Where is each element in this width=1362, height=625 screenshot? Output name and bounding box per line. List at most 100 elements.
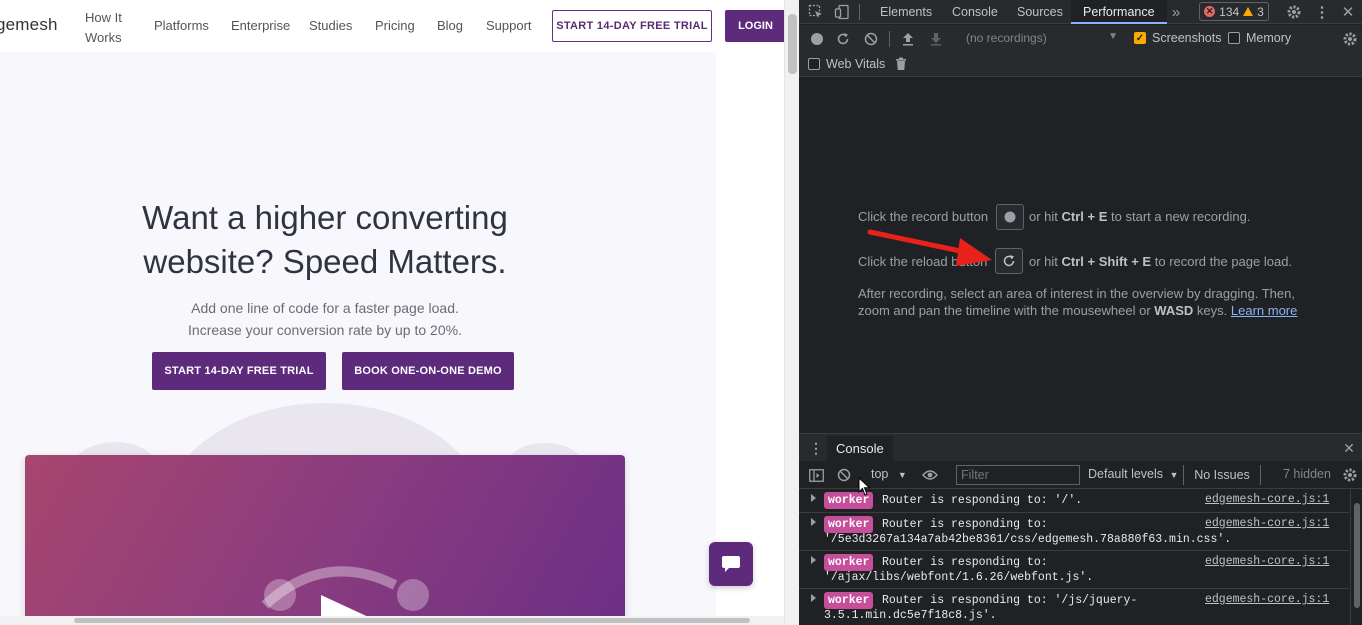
tab-sources[interactable]: Sources	[1017, 0, 1063, 24]
memory-checkbox[interactable]: Memory	[1228, 31, 1291, 45]
scroll-thumb[interactable]	[74, 618, 750, 623]
record-icon[interactable]	[809, 31, 825, 47]
nav-blog[interactable]: Blog	[437, 18, 463, 33]
inspect-element-icon[interactable]	[807, 3, 825, 21]
nav-how-it-works[interactable]: How It Works	[85, 8, 135, 48]
log-message: Router is responding to: '/'.	[882, 494, 1083, 507]
instruction-text: or hit	[1029, 209, 1058, 224]
tab-performance[interactable]: Performance	[1071, 0, 1167, 24]
expand-triangle-icon[interactable]	[811, 556, 816, 564]
checkmark-icon: ✓	[1134, 32, 1146, 44]
live-expression-eye-icon[interactable]	[921, 466, 939, 484]
close-devtools-icon[interactable]: ✕	[1339, 3, 1357, 21]
log-levels-value: Default levels	[1088, 467, 1164, 481]
log-entry[interactable]: worker Router is responding to: '/ajax/l…	[799, 551, 1349, 589]
expand-triangle-icon[interactable]	[811, 518, 816, 526]
drawer-tabbar: ⋮ Console ✕	[799, 433, 1362, 462]
help-text: keys.	[1196, 303, 1228, 318]
kebab-menu-icon[interactable]: ⋮	[1313, 3, 1331, 21]
context-select[interactable]: top ▼	[871, 467, 907, 481]
log-entry[interactable]: worker Router is responding to: '/5e3d32…	[799, 513, 1349, 551]
hero-demo-button[interactable]: BOOK ONE-ON-ONE DEMO	[342, 352, 514, 390]
nav-support[interactable]: Support	[486, 18, 532, 33]
log-entry[interactable]: worker Router is responding to: '/'. edg…	[799, 489, 1349, 513]
console-filter-input[interactable]	[956, 465, 1080, 485]
chat-icon	[722, 556, 740, 572]
console-toolbar: top ▼ Default levels ▼ No Issues 7 hidde…	[799, 461, 1362, 489]
log-source-link[interactable]: edgemesh-core.js:1	[1205, 493, 1329, 506]
dropdown-arrow-icon: ▼	[1169, 470, 1179, 480]
web-vitals-checkbox[interactable]: Web Vitals	[808, 57, 885, 71]
device-toolbar-icon[interactable]	[833, 3, 851, 21]
video-thumbnail[interactable]	[25, 455, 625, 625]
site-navbar: gemesh How It Works Platforms Enterprise…	[0, 0, 784, 52]
log-levels-select[interactable]: Default levels ▼	[1088, 467, 1178, 481]
close-drawer-icon[interactable]: ✕	[1341, 439, 1357, 457]
settings-gear-icon[interactable]	[1285, 3, 1303, 21]
hero-trial-button[interactable]: START 14-DAY FREE TRIAL	[152, 352, 326, 390]
checkbox-box	[808, 58, 820, 70]
instruction-text: to start a new recording.	[1111, 209, 1251, 224]
vertical-scrollbar[interactable]	[784, 0, 799, 625]
chat-widget-button[interactable]	[709, 542, 753, 586]
shortcut-keys: WASD	[1154, 303, 1194, 318]
nav-pricing[interactable]: Pricing	[375, 18, 415, 33]
log-source-link[interactable]: edgemesh-core.js:1	[1205, 593, 1329, 606]
annotation-arrow	[867, 229, 992, 266]
tab-console[interactable]: Console	[952, 0, 998, 24]
performance-toolbar: (no recordings) ▼ ✓ Screenshots Memory W…	[799, 25, 1362, 77]
horizontal-scrollbar[interactable]	[0, 616, 784, 625]
screenshots-checkbox[interactable]: ✓ Screenshots	[1134, 31, 1221, 45]
expand-triangle-icon[interactable]	[811, 494, 816, 502]
console-scrollbar[interactable]	[1350, 489, 1362, 625]
recordings-select-value: (no recordings)	[966, 31, 1047, 45]
hero-title-line: Want a higher converting	[142, 199, 508, 236]
nav-platforms[interactable]: Platforms	[154, 18, 209, 33]
learn-more-link[interactable]: Learn more	[1231, 303, 1297, 318]
mouse-cursor-icon	[858, 477, 871, 496]
upload-icon[interactable]	[900, 31, 916, 47]
drawer-menu-icon[interactable]: ⋮	[809, 439, 823, 457]
hidden-messages-count: 7 hidden	[1283, 467, 1331, 481]
help-line: zoom and pan the timeline with the mouse…	[858, 302, 1297, 319]
shortcut-keys: Ctrl + E	[1061, 209, 1108, 224]
drawer-tab-console[interactable]: Console	[827, 436, 893, 462]
reload-record-icon[interactable]	[835, 31, 851, 47]
worker-badge: worker	[824, 516, 874, 533]
landing-record-button[interactable]	[996, 204, 1024, 230]
console-settings-gear-icon[interactable]	[1341, 466, 1359, 484]
dropdown-arrow-icon: ▼	[897, 470, 907, 480]
toolbar-divider	[889, 31, 890, 47]
recordings-select[interactable]: (no recordings) ▼	[966, 31, 1118, 47]
site-logo[interactable]: gemesh	[0, 15, 58, 35]
instruction-text: to record the page load.	[1154, 254, 1293, 269]
nav-studies[interactable]: Studies	[309, 18, 352, 33]
hero-subtitle-line: Increase your conversion rate by up to 2…	[188, 322, 462, 338]
hero-title-line: website? Speed Matters.	[143, 243, 507, 280]
warning-icon	[1243, 7, 1254, 16]
nav-trial-button[interactable]: START 14-DAY FREE TRIAL	[552, 10, 712, 42]
issues-button[interactable]: No Issues	[1183, 465, 1261, 485]
log-message-continued: '/5e3d3267a134a7ab42be8361/css/edgemesh.…	[824, 533, 1232, 546]
login-button[interactable]: LOGIN	[725, 10, 784, 42]
download-icon[interactable]	[928, 31, 944, 47]
nav-enterprise[interactable]: Enterprise	[231, 18, 290, 33]
issues-badge[interactable]: ✕ 134 3	[1199, 2, 1269, 21]
clear-console-icon[interactable]	[835, 466, 853, 484]
tab-elements[interactable]: Elements	[880, 0, 932, 24]
log-source-link[interactable]: edgemesh-core.js:1	[1205, 555, 1329, 568]
expand-triangle-icon[interactable]	[811, 594, 816, 602]
scroll-thumb[interactable]	[1354, 503, 1360, 608]
capture-settings-gear-icon[interactable]	[1341, 30, 1359, 48]
console-log-list: worker Router is responding to: '/'. edg…	[799, 489, 1362, 625]
worker-badge: worker	[824, 592, 874, 609]
scroll-thumb[interactable]	[788, 14, 797, 74]
log-entry[interactable]: worker Router is responding to: '/js/jqu…	[799, 589, 1349, 625]
log-source-link[interactable]: edgemesh-core.js:1	[1205, 517, 1329, 530]
clear-icon[interactable]	[863, 31, 879, 47]
more-tabs-icon[interactable]: »	[1167, 3, 1185, 21]
trash-icon[interactable]	[893, 56, 909, 72]
help-text: zoom and pan the timeline with the mouse…	[858, 303, 1151, 318]
sidebar-toggle-icon[interactable]	[807, 466, 825, 484]
after-recording-help: After recording, select an area of inter…	[858, 285, 1297, 319]
